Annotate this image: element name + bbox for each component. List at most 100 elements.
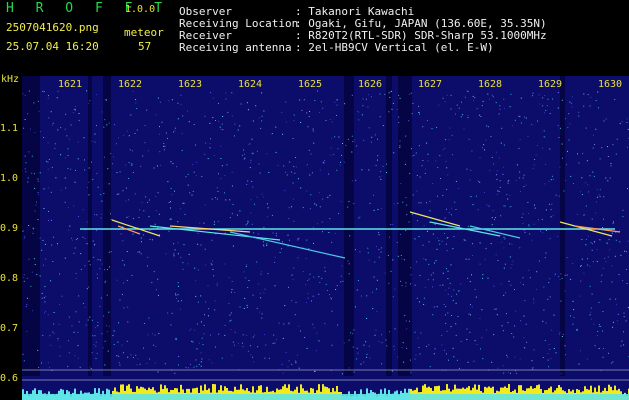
noise-pixel <box>443 304 445 305</box>
noise-pixel <box>88 260 90 262</box>
noise-pixel <box>612 361 614 363</box>
noise-pixel <box>518 115 520 117</box>
noise-pixel <box>61 295 63 297</box>
noise-pixel <box>306 164 308 166</box>
noise-pixel <box>145 196 147 198</box>
noise-pixel <box>503 372 505 374</box>
noise-pixel <box>405 135 407 137</box>
noise-pixel <box>175 294 177 296</box>
noise-pixel <box>60 189 62 191</box>
noise-pixel <box>613 321 614 323</box>
noise-pixel <box>440 178 441 179</box>
noise-pixel <box>146 109 148 111</box>
noise-pixel <box>210 138 212 140</box>
noise-pixel <box>300 330 301 332</box>
noise-pixel <box>87 187 89 188</box>
noise-pixel <box>471 274 472 276</box>
noise-pixel <box>486 204 488 206</box>
noise-pixel <box>73 112 75 114</box>
noise-pixel <box>528 224 530 226</box>
noise-pixel <box>159 101 161 103</box>
noise-pixel <box>605 177 607 179</box>
noise-pixel <box>94 327 96 329</box>
noise-pixel <box>587 264 589 266</box>
noise-pixel <box>481 105 483 107</box>
noise-pixel <box>123 307 125 309</box>
noise-pixel <box>49 367 51 368</box>
noise-pixel <box>588 191 589 193</box>
noise-pixel <box>108 122 110 124</box>
noise-pixel <box>207 285 209 287</box>
noise-pixel <box>187 173 189 175</box>
noise-pixel <box>348 367 350 369</box>
noise-pixel <box>78 295 80 297</box>
noise-pixel <box>284 305 286 307</box>
noise-pixel <box>356 145 358 147</box>
noise-pixel <box>550 179 552 181</box>
noise-pixel <box>44 286 46 288</box>
noise-pixel <box>521 216 523 218</box>
noise-pixel <box>568 139 570 141</box>
noise-pixel <box>449 127 451 129</box>
noise-pixel <box>329 294 330 296</box>
noise-pixel <box>394 288 396 290</box>
noise-pixel <box>510 372 511 374</box>
noise-pixel <box>252 336 254 338</box>
noise-pixel <box>433 306 435 308</box>
noise-pixel <box>506 354 508 356</box>
noise-pixel <box>533 299 535 301</box>
noise-pixel <box>230 319 232 321</box>
noise-pixel <box>548 282 550 284</box>
noise-pixel <box>234 135 235 137</box>
noise-pixel <box>282 133 284 135</box>
noise-pixel <box>307 293 309 295</box>
noise-pixel <box>436 127 438 128</box>
noise-pixel <box>224 263 226 265</box>
x-tick-label: 1627 <box>418 79 443 90</box>
noise-pixel <box>451 135 453 137</box>
noise-pixel <box>499 108 501 110</box>
noise-pixel <box>300 187 302 189</box>
noise-pixel <box>245 277 247 279</box>
noise-pixel <box>520 97 522 99</box>
noise-pixel <box>116 172 118 174</box>
noise-pixel <box>184 213 186 215</box>
noise-pixel <box>136 108 138 109</box>
noise-pixel <box>82 236 84 238</box>
noise-pixel <box>293 267 295 269</box>
noise-pixel <box>50 219 52 221</box>
noise-pixel <box>591 249 593 251</box>
noise-pixel <box>127 356 129 358</box>
noise-pixel <box>27 297 28 299</box>
noise-pixel <box>590 242 592 244</box>
noise-pixel <box>324 159 326 161</box>
noise-pixel <box>380 178 382 180</box>
noise-pixel <box>444 349 446 351</box>
noise-pixel <box>220 128 222 130</box>
noise-pixel <box>510 93 512 95</box>
noise-pixel <box>253 361 255 363</box>
noise-pixel <box>552 98 554 100</box>
noise-pixel <box>50 111 52 113</box>
noise-pixel <box>64 177 66 179</box>
noise-pixel <box>493 334 495 336</box>
noise-pixel <box>202 344 204 346</box>
noise-pixel <box>97 186 99 188</box>
noise-pixel <box>602 311 604 312</box>
noise-pixel <box>59 273 61 275</box>
noise-pixel <box>533 223 535 225</box>
noise-pixel <box>368 127 370 129</box>
noise-pixel <box>516 164 518 166</box>
noise-pixel <box>557 92 559 94</box>
noise-pixel <box>507 356 509 358</box>
noise-pixel <box>252 294 254 296</box>
noise-pixel <box>475 296 477 298</box>
noise-pixel <box>48 159 50 160</box>
noise-pixel <box>543 309 545 311</box>
noise-pixel <box>456 293 458 295</box>
noise-pixel <box>245 224 247 226</box>
noise-pixel <box>379 116 381 118</box>
noise-pixel <box>503 236 505 238</box>
noise-pixel <box>31 155 33 157</box>
noise-pixel <box>274 262 275 263</box>
